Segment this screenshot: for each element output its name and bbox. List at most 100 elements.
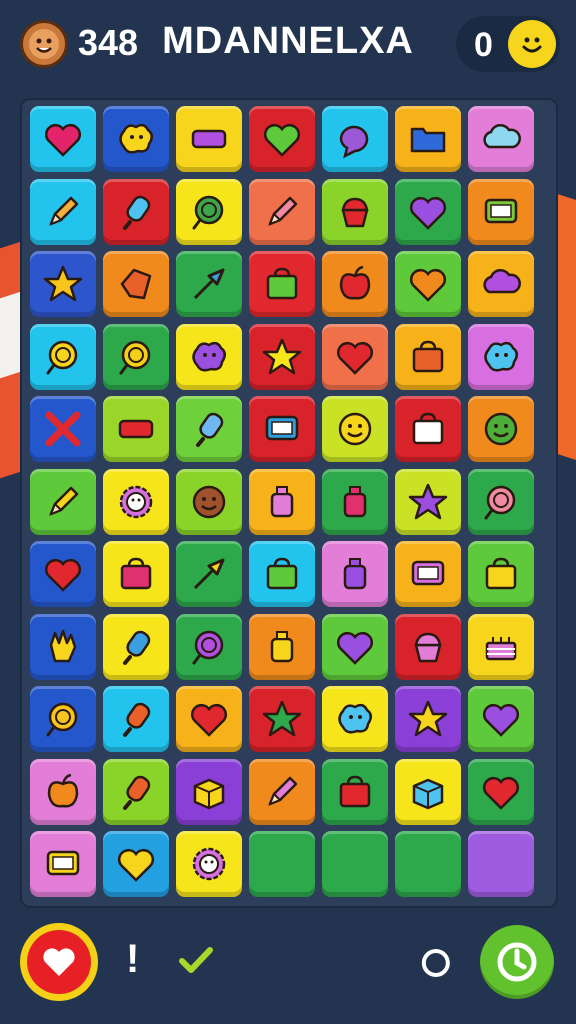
board-tile[interactable] <box>103 178 169 245</box>
lives-button[interactable] <box>20 923 98 1001</box>
board-tile[interactable] <box>395 541 461 607</box>
board-tile[interactable] <box>176 468 242 535</box>
board-tile[interactable] <box>468 541 534 607</box>
alert-button[interactable]: ! <box>126 937 139 982</box>
board-tile[interactable] <box>103 541 169 607</box>
board-tile[interactable] <box>30 686 96 752</box>
header: 348 MDANNELXA 0 <box>0 0 576 90</box>
board-tile[interactable] <box>176 831 242 897</box>
board-tile[interactable] <box>322 251 388 317</box>
board-tile[interactable] <box>176 613 242 680</box>
star-icon <box>262 338 302 374</box>
heart-icon <box>43 948 75 976</box>
board-tile[interactable] <box>322 686 388 752</box>
board-tile[interactable] <box>176 251 242 317</box>
box-icon <box>193 778 225 809</box>
board-tile[interactable] <box>103 686 169 752</box>
board-tile[interactable] <box>176 541 242 607</box>
board-tile[interactable] <box>468 758 534 825</box>
board-tile[interactable] <box>249 396 315 462</box>
board-tile[interactable] <box>249 613 315 680</box>
bottle-icon <box>343 558 367 590</box>
board-tile[interactable] <box>468 686 534 752</box>
board-tile[interactable] <box>395 686 461 752</box>
bar-icon <box>191 129 227 149</box>
board-tile[interactable] <box>395 323 461 390</box>
board-tile[interactable] <box>249 178 315 245</box>
refresh-icon[interactable] <box>416 945 456 979</box>
board-tile[interactable] <box>30 106 96 172</box>
board-tile[interactable] <box>30 758 96 825</box>
board-tile[interactable] <box>468 831 534 897</box>
board-tile[interactable] <box>249 106 315 172</box>
cupcake-icon <box>414 632 442 662</box>
board-tile[interactable] <box>249 468 315 535</box>
board-tile[interactable] <box>395 106 461 172</box>
blob-icon <box>484 341 518 372</box>
board-tile[interactable] <box>176 686 242 752</box>
board-tile[interactable] <box>322 831 388 897</box>
board-tile[interactable] <box>249 541 315 607</box>
board-tile[interactable] <box>103 106 169 172</box>
board-tile[interactable] <box>322 541 388 607</box>
board-tile[interactable] <box>322 613 388 680</box>
check-icon[interactable] <box>178 945 214 975</box>
board-tile[interactable] <box>322 758 388 825</box>
board-tile[interactable] <box>249 686 315 752</box>
board-tile[interactable] <box>395 178 461 245</box>
board-tile[interactable] <box>249 323 315 390</box>
board-tile[interactable] <box>30 831 96 897</box>
board-tile[interactable] <box>468 251 534 317</box>
board-tile[interactable] <box>395 251 461 317</box>
board-tile[interactable] <box>176 106 242 172</box>
bag-icon <box>412 340 444 372</box>
heart-icon <box>410 196 446 230</box>
board-tile[interactable] <box>249 758 315 825</box>
lollipop-icon <box>192 195 224 229</box>
board-tile[interactable] <box>103 468 169 535</box>
board-tile[interactable] <box>395 758 461 825</box>
board-tile[interactable] <box>30 251 96 317</box>
smiley-button[interactable] <box>508 20 556 68</box>
board-tile[interactable] <box>395 831 461 897</box>
board-tile[interactable] <box>249 831 315 897</box>
board-tile[interactable] <box>176 178 242 245</box>
board-tile[interactable] <box>395 396 461 462</box>
board-tile[interactable] <box>103 831 169 897</box>
board-tile[interactable] <box>322 396 388 462</box>
board-tile[interactable] <box>322 106 388 172</box>
board-tile[interactable] <box>176 396 242 462</box>
board-tile[interactable] <box>468 106 534 172</box>
board-tile[interactable] <box>30 178 96 245</box>
board-tile[interactable] <box>322 468 388 535</box>
board-tile[interactable] <box>322 323 388 390</box>
board-tile[interactable] <box>468 613 534 680</box>
board-tile[interactable] <box>395 468 461 535</box>
board-tile[interactable] <box>249 251 315 317</box>
board-tile[interactable] <box>176 758 242 825</box>
board-tile[interactable] <box>468 396 534 462</box>
board-tile[interactable] <box>103 613 169 680</box>
board-tile[interactable] <box>468 178 534 245</box>
board-tile[interactable] <box>30 541 96 607</box>
frame-icon <box>265 415 299 441</box>
board-tile[interactable] <box>468 468 534 535</box>
board-tile[interactable] <box>103 396 169 462</box>
board-tile[interactable] <box>103 251 169 317</box>
board-tile[interactable] <box>30 323 96 390</box>
apple-icon <box>339 265 371 300</box>
timer-button[interactable] <box>480 925 554 999</box>
board-tile[interactable] <box>30 396 96 462</box>
board-tile[interactable] <box>103 758 169 825</box>
board-tile[interactable] <box>103 323 169 390</box>
board-tile[interactable] <box>322 178 388 245</box>
board-tile[interactable] <box>468 323 534 390</box>
coins-counter: 0 <box>474 26 493 64</box>
lollipop-icon <box>119 340 151 374</box>
board-tile[interactable] <box>176 323 242 390</box>
star-icon <box>408 700 448 737</box>
board-tile[interactable] <box>395 613 461 680</box>
board-tile[interactable] <box>30 468 96 535</box>
board-tile[interactable] <box>30 613 96 680</box>
bag-icon <box>120 557 152 590</box>
